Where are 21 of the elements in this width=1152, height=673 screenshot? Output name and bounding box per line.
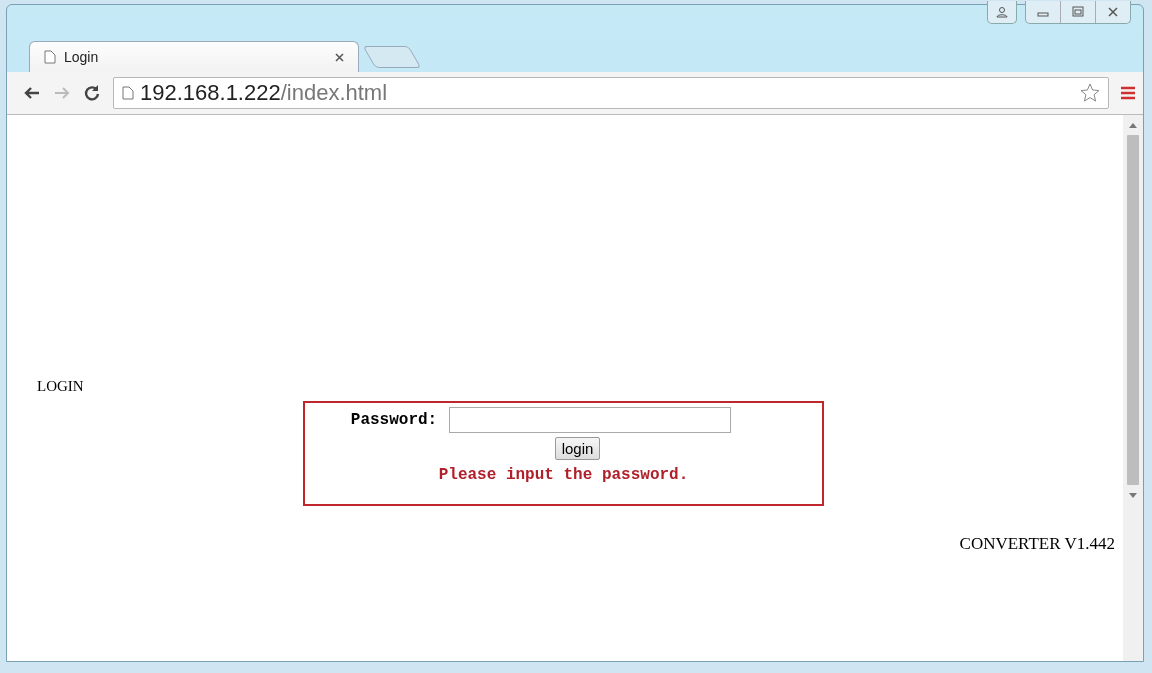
reload-icon[interactable] xyxy=(83,84,101,102)
password-label: Password: xyxy=(350,411,438,429)
login-button[interactable]: login xyxy=(554,437,601,460)
close-tab-icon[interactable] xyxy=(335,52,344,62)
forward-icon[interactable] xyxy=(53,85,71,101)
page-icon xyxy=(122,86,134,100)
address-bar[interactable]: 192.168.1.222/index.html xyxy=(113,77,1109,109)
url-host: 192.168.1.222 xyxy=(140,80,281,106)
scrollbar[interactable] xyxy=(1123,115,1143,661)
page-heading: LOGIN xyxy=(37,378,84,395)
user-icon[interactable] xyxy=(987,1,1017,24)
back-icon[interactable] xyxy=(23,85,41,101)
browser-tab[interactable]: Login xyxy=(29,41,359,72)
url-path: /index.html xyxy=(280,80,389,106)
version-label: CONVERTER V1.442 xyxy=(959,534,1115,554)
scroll-thumb[interactable] xyxy=(1127,135,1139,485)
page-icon xyxy=(44,50,56,64)
error-message: Please input the password. xyxy=(438,466,689,484)
star-icon[interactable] xyxy=(1080,83,1100,103)
menu-icon[interactable] xyxy=(1121,85,1135,101)
password-field[interactable] xyxy=(449,407,732,433)
